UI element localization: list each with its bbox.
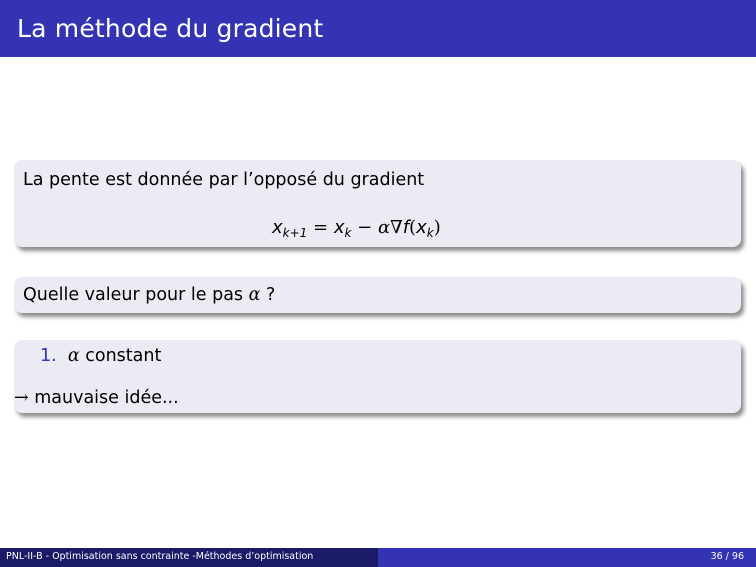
footer-title: PNL-II-B - Optimisation sans contrainte … (6, 551, 314, 562)
frame-title-bar: La méthode du gradient (0, 0, 756, 57)
constant-step-block: 1. α constant → mauvaise idée... (14, 340, 741, 413)
step-question-text: Quelle valeur pour le pas α ? (23, 285, 276, 305)
enum-item: 1. α constant (40, 346, 162, 366)
footer-right: 36 / 96 (378, 548, 756, 567)
footer: PNL-II-B - Optimisation sans contrainte … (0, 548, 756, 567)
conclusion-line: → mauvaise idée... (14, 388, 179, 408)
update-formula: xk+1 = xk − α∇f(xk) (272, 217, 441, 240)
page-number: 36 / 96 (710, 551, 744, 562)
gradient-block-text: La pente est donnée par l’opposé du grad… (23, 170, 425, 190)
enum-number: 1. (40, 346, 57, 366)
right-arrow-icon: → (14, 388, 29, 408)
step-question-block: Quelle valeur pour le pas α ? (14, 277, 741, 313)
gradient-block: La pente est donnée par l’opposé du grad… (14, 160, 741, 247)
footer-left: PNL-II-B - Optimisation sans contrainte … (0, 548, 378, 567)
slide-title: La méthode du gradient (17, 14, 324, 43)
